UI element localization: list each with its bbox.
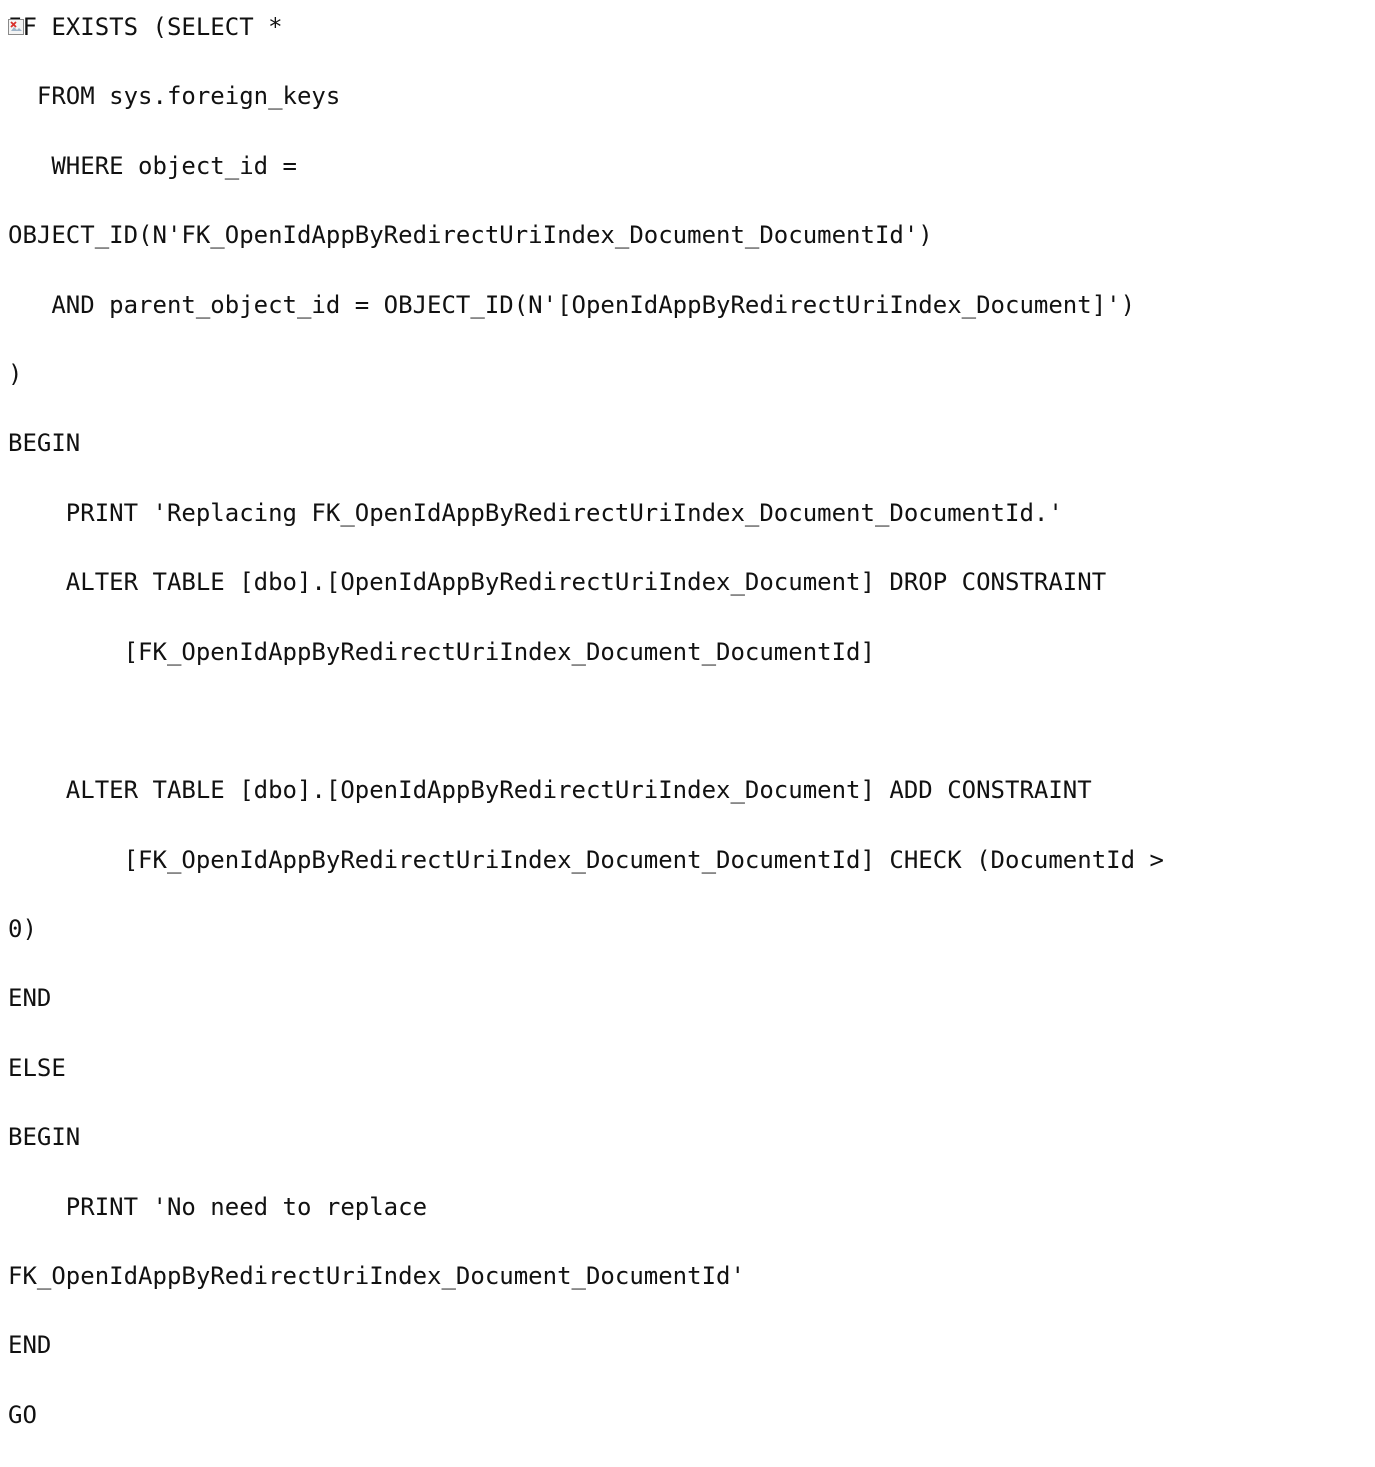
code-line: ALTER TABLE [dbo].[OpenIdAppByRedirectUr… xyxy=(8,568,1107,597)
code-line: [FK_OpenIdAppByRedirectUriIndex_Document… xyxy=(8,845,1164,874)
sql-script: IF EXISTS (SELECT * FROM sys.foreign_key… xyxy=(8,10,1164,1467)
code-line: ) xyxy=(8,359,23,388)
code-line: ELSE xyxy=(8,1053,66,1082)
code-line: 0) xyxy=(8,915,37,944)
code-line: [FK_OpenIdAppByRedirectUriIndex_Document… xyxy=(8,637,875,666)
code-line: GO xyxy=(8,1400,37,1429)
code-line: PRINT 'Replacing FK_OpenIdAppByRedirectU… xyxy=(8,498,1063,527)
code-line: AND parent_object_id = OBJECT_ID(N'[Open… xyxy=(8,290,1136,319)
code-line: BEGIN xyxy=(8,429,81,458)
code-line: FROM sys.foreign_keys xyxy=(8,82,341,111)
code-line: IF EXISTS (SELECT * xyxy=(8,13,283,41)
code-line: END xyxy=(8,1331,52,1360)
code-line: OBJECT_ID(N'FK_OpenIdAppByRedirectUriInd… xyxy=(8,221,933,250)
code-line: ALTER TABLE [dbo].[OpenIdAppByRedirectUr… xyxy=(8,776,1092,805)
code-line: FK_OpenIdAppByRedirectUriIndex_Document_… xyxy=(8,1262,745,1291)
code-line: PRINT 'No need to replace xyxy=(8,1192,428,1221)
code-line: BEGIN xyxy=(8,1123,81,1152)
code-line: WHERE object_id = xyxy=(8,151,297,180)
code-line: END xyxy=(8,984,52,1013)
broken-image-icon xyxy=(8,19,24,35)
